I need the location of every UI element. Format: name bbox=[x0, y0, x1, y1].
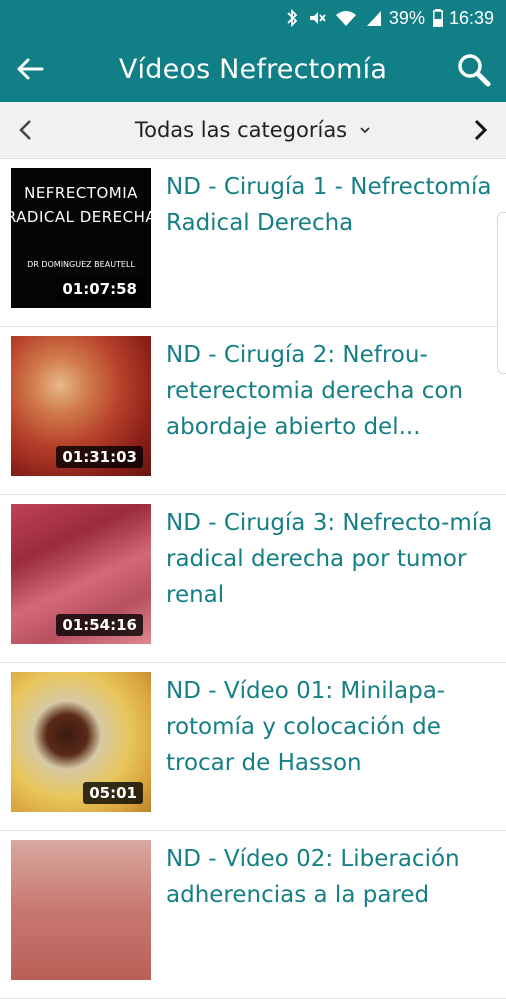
clock: 16:39 bbox=[448, 7, 494, 28]
video-title[interactable]: ND - Vídeo 02: Liberación adherencias a … bbox=[166, 841, 500, 913]
page-title: Vídeos Nefrectomía bbox=[118, 53, 388, 85]
video-thumbnail[interactable] bbox=[11, 840, 151, 980]
scroll-handle[interactable] bbox=[497, 212, 506, 374]
video-duration: 01:54:16 bbox=[56, 614, 143, 636]
video-item[interactable]: NEFRECTOMIA RADICAL DERECHA DR DOMINGUEZ… bbox=[0, 159, 506, 327]
thumbnail-text: RADICAL DERECHA bbox=[11, 208, 151, 226]
video-title[interactable]: ND - Cirugía 1 - Nefrectomía Radical Der… bbox=[166, 169, 500, 241]
video-list: NEFRECTOMIA RADICAL DERECHA DR DOMINGUEZ… bbox=[0, 159, 506, 999]
category-selected-label: Todas las categorías bbox=[134, 118, 348, 142]
video-thumbnail[interactable]: 05:01 bbox=[11, 672, 151, 812]
next-category-button[interactable] bbox=[464, 114, 496, 146]
category-selector[interactable]: Todas las categorías bbox=[0, 102, 506, 158]
status-bar: 39% 16:39 bbox=[0, 0, 506, 36]
video-duration: 01:31:03 bbox=[56, 446, 143, 468]
video-item[interactable]: 01:54:16 ND - Cirugía 3: Nefrecto-mía ra… bbox=[0, 495, 506, 663]
video-item[interactable]: ND - Vídeo 02: Liberación adherencias a … bbox=[0, 831, 506, 999]
chevron-down-icon bbox=[359, 125, 371, 135]
battery-icon bbox=[432, 9, 443, 27]
battery-percent: 39% bbox=[388, 7, 425, 28]
video-title[interactable]: ND - Vídeo 01: Minilapa-rotomía y coloca… bbox=[166, 673, 500, 781]
thumbnail-text: NEFRECTOMIA bbox=[24, 184, 138, 202]
search-button[interactable] bbox=[454, 50, 494, 90]
video-item[interactable]: 01:31:03 ND - Cirugía 2: Nefrou-reterect… bbox=[0, 327, 506, 495]
video-title[interactable]: ND - Cirugía 2: Nefrou-reterectomia dere… bbox=[166, 337, 500, 445]
video-title[interactable]: ND - Cirugía 3: Nefrecto-mía radical der… bbox=[166, 505, 500, 613]
video-duration: 01:07:58 bbox=[56, 278, 143, 300]
wifi-icon bbox=[335, 9, 357, 27]
thumbnail-text: DR DOMINGUEZ BEAUTELL bbox=[27, 260, 135, 269]
video-duration: 05:01 bbox=[83, 782, 143, 804]
bluetooth-icon bbox=[285, 8, 299, 28]
video-item[interactable]: 05:01 ND - Vídeo 01: Minilapa-rotomía y … bbox=[0, 663, 506, 831]
category-bar: Todas las categorías bbox=[0, 102, 506, 159]
video-thumbnail[interactable]: 01:54:16 bbox=[11, 504, 151, 644]
video-thumbnail[interactable]: 01:31:03 bbox=[11, 336, 151, 476]
video-thumbnail[interactable]: NEFRECTOMIA RADICAL DERECHA DR DOMINGUEZ… bbox=[11, 168, 151, 308]
chevron-right-icon bbox=[474, 119, 488, 141]
signal-icon bbox=[365, 9, 383, 27]
search-icon bbox=[458, 54, 491, 87]
app-bar: Vídeos Nefrectomía bbox=[0, 36, 506, 102]
mute-icon bbox=[307, 8, 327, 28]
